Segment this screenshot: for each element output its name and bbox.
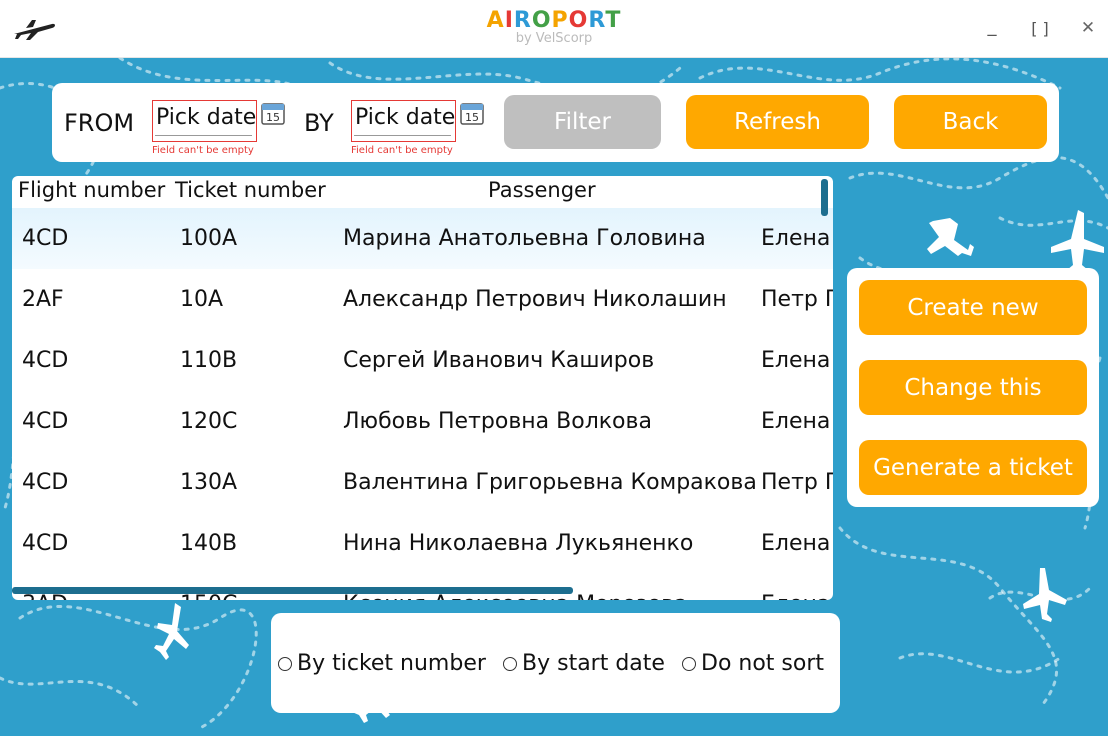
no-sort-label: Do not sort xyxy=(701,651,825,676)
cell-flight: 4CD xyxy=(22,348,69,373)
table-row[interactable]: 4CD 100A Марина Анатольевна Головина Еле… xyxy=(12,208,833,269)
sort-by-ticket-label: By ticket number xyxy=(297,651,486,676)
cell-passenger: Любовь Петровна Волкова xyxy=(343,409,652,434)
no-sort-radio[interactable]: Do not sort xyxy=(682,651,824,676)
from-date-value: Pick date xyxy=(156,105,257,130)
cell-flight: 4CD xyxy=(22,226,69,251)
brand-letter: R xyxy=(513,8,532,33)
create-new-button[interactable]: Create new xyxy=(859,280,1087,335)
change-this-button[interactable]: Change this xyxy=(859,360,1087,415)
by-label: BY xyxy=(304,109,334,137)
radio-circle xyxy=(278,656,292,671)
cell-ticket: 10A xyxy=(180,287,224,312)
sort-panel: By ticket number By start date Do not so… xyxy=(271,613,840,713)
tickets-table: Flight number Ticket number Passenger 4C… xyxy=(12,176,833,600)
cell-flight: 4CD xyxy=(22,470,69,495)
brand-letter: P xyxy=(551,8,569,33)
radio-circle xyxy=(503,656,517,671)
generate-ticket-button[interactable]: Generate a ticket xyxy=(859,440,1087,495)
table-row[interactable]: 4CD 120C Любовь Петровна Волкова Елена xyxy=(12,391,833,452)
cell-ticket: 110B xyxy=(180,348,238,373)
svg-text:15: 15 xyxy=(266,111,280,124)
brand-letter: O xyxy=(568,8,589,33)
cell-ticket: 130A xyxy=(180,470,238,495)
close-button[interactable]: ✕ xyxy=(1073,18,1103,46)
cell-extra: Петр Г xyxy=(761,470,833,495)
cell-extra: Петр Г xyxy=(761,287,833,312)
filter-button[interactable]: Filter xyxy=(504,95,661,149)
radio-circle xyxy=(682,656,696,671)
table-row[interactable]: 4CD 130A Валентина Григорьевна Комракова… xyxy=(12,452,833,513)
by-date-value: Pick date xyxy=(355,105,456,130)
brand-letter: R xyxy=(588,8,606,33)
table-header: Flight number Ticket number Passenger xyxy=(12,176,833,208)
brand-letter: A xyxy=(486,8,505,33)
from-date-error: Field can't be empty xyxy=(152,145,254,156)
brand-subtitle: by VelScorp xyxy=(515,31,593,46)
table-row[interactable]: 2AF 10A Александр Петрович Николашин Пет… xyxy=(12,269,833,330)
sort-by-start-date-label: By start date xyxy=(522,651,665,676)
sort-by-start-date-radio[interactable]: By start date xyxy=(503,651,665,676)
header-passenger: Passenger xyxy=(488,178,596,202)
minimize-button[interactable]: _ xyxy=(977,16,1007,44)
svg-text:15: 15 xyxy=(465,111,479,124)
from-label: FROM xyxy=(64,109,135,137)
cell-extra: Елена xyxy=(761,409,831,434)
by-date-field[interactable]: Pick date xyxy=(351,100,456,142)
cell-extra: Елена xyxy=(761,348,831,373)
cell-ticket: 120C xyxy=(180,409,238,434)
actions-panel: Create new Change this Generate a ticket xyxy=(847,268,1099,507)
table-row[interactable]: 4CD 110B Сергей Иванович Каширов Елена xyxy=(12,330,833,391)
brand: AIROPORT by VelScorp xyxy=(0,8,1108,46)
cell-flight: 2AF xyxy=(22,287,64,312)
back-button[interactable]: Back xyxy=(894,95,1047,149)
cell-flight: 4CD xyxy=(22,531,69,556)
brand-letter: O xyxy=(531,8,552,33)
from-date-field[interactable]: Pick date xyxy=(152,100,257,142)
header-ticket-number: Ticket number xyxy=(175,178,326,202)
brand-letter: I xyxy=(504,8,514,33)
header-flight-number: Flight number xyxy=(18,178,166,202)
table-row[interactable]: 4CD 140B Нина Николаевна Лукьяненко Елен… xyxy=(12,513,833,574)
refresh-button[interactable]: Refresh xyxy=(686,95,869,149)
filter-panel: FROM Pick date 15 Field can't be empty B… xyxy=(52,83,1059,162)
title-bar: AIROPORT by VelScorp _ [ ] ✕ xyxy=(0,0,1108,58)
cell-passenger: Валентина Григорьевна Комракова xyxy=(343,470,757,495)
maximize-button[interactable]: [ ] xyxy=(1025,19,1055,47)
vertical-scrollbar[interactable] xyxy=(821,179,828,216)
by-date-error: Field can't be empty xyxy=(351,145,453,156)
sort-by-ticket-radio[interactable]: By ticket number xyxy=(278,651,486,676)
cell-ticket: 140B xyxy=(180,531,238,556)
cell-extra: Елена xyxy=(761,592,830,600)
horizontal-scrollbar[interactable] xyxy=(12,587,573,594)
calendar-icon[interactable]: 15 xyxy=(460,101,484,125)
cell-passenger: Нина Николаевна Лукьяненко xyxy=(343,531,694,556)
cell-flight: 4CD xyxy=(22,409,69,434)
cell-extra: Елена xyxy=(761,226,831,251)
calendar-icon[interactable]: 15 xyxy=(261,101,285,125)
cell-passenger: Марина Анатольевна Головина xyxy=(343,226,706,251)
cell-extra: Елена xyxy=(761,531,831,556)
cell-ticket: 100A xyxy=(180,226,238,251)
cell-passenger: Александр Петрович Николашин xyxy=(343,287,727,312)
cell-passenger: Сергей Иванович Каширов xyxy=(343,348,655,373)
brand-letter: T xyxy=(605,8,622,33)
